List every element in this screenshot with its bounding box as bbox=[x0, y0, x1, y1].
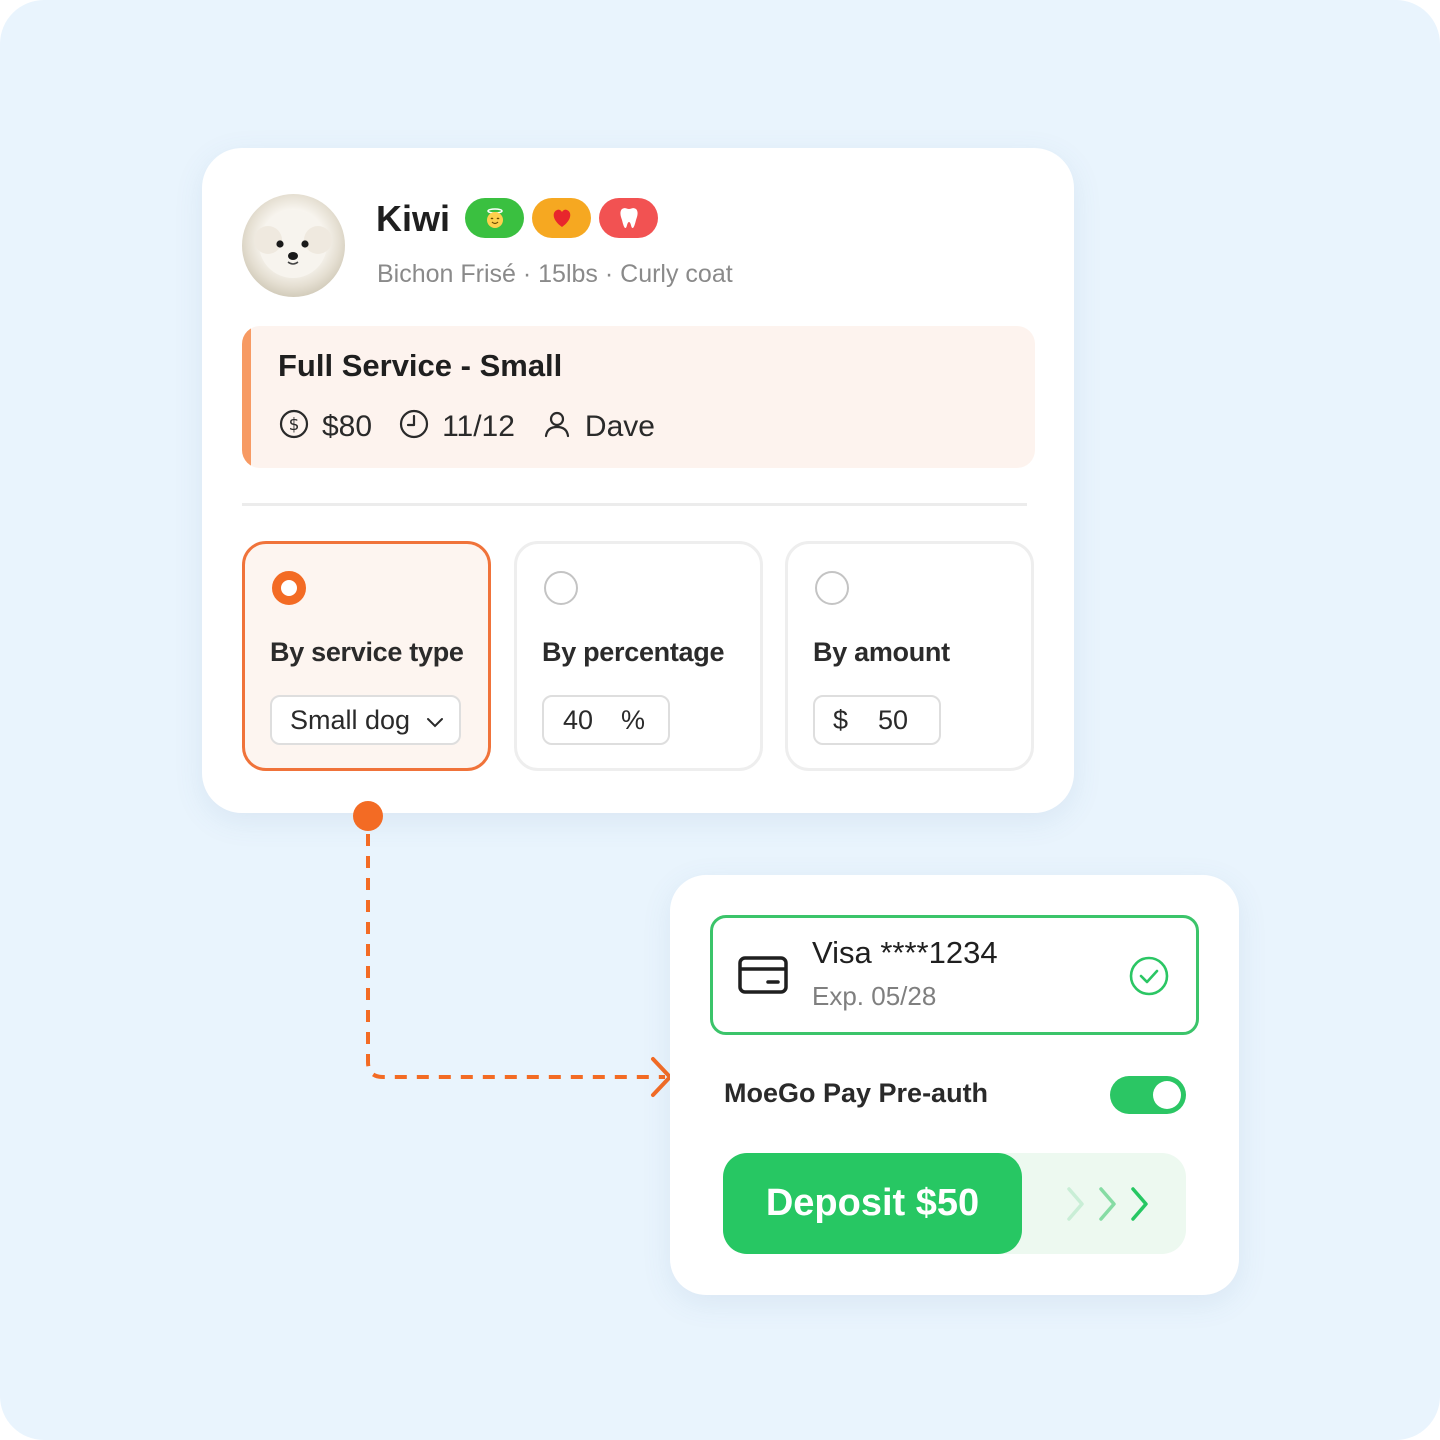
amount-input[interactable]: $ 50 bbox=[813, 695, 941, 745]
percentage-value: 40 bbox=[563, 704, 594, 735]
option-by-amount[interactable]: By amount $ 50 bbox=[785, 541, 1034, 771]
radio-selected[interactable] bbox=[272, 571, 306, 605]
service-accent-bar bbox=[242, 326, 251, 468]
option-by-percentage[interactable]: By percentage 40 % bbox=[514, 541, 763, 771]
option-label: By percentage bbox=[542, 637, 725, 667]
service-type-select[interactable]: Small dog bbox=[270, 695, 461, 745]
pet-avatar bbox=[242, 194, 345, 297]
amount-value: 50 bbox=[878, 704, 909, 735]
chevrons-right-icon bbox=[1065, 1185, 1155, 1223]
pet-name: Kiwi bbox=[376, 198, 451, 239]
option-label: By service type bbox=[270, 637, 464, 667]
option-by-service-type[interactable]: By service type Small dog bbox=[242, 541, 491, 771]
toggle-knob bbox=[1153, 1081, 1181, 1109]
service-date-value: 11/12 bbox=[442, 409, 515, 443]
canvas: Kiwi Bichon Frisé · 15lbs · Curly coat F… bbox=[0, 0, 1440, 1440]
radio-unselected[interactable] bbox=[544, 571, 578, 605]
credit-card-icon bbox=[738, 955, 788, 1000]
saved-card[interactable]: Visa ****1234 Exp. 05/28 bbox=[710, 915, 1199, 1035]
service-date: 11/12 bbox=[398, 408, 515, 445]
preauth-label: MoeGo Pay Pre-auth bbox=[724, 1078, 989, 1108]
divider bbox=[242, 503, 1027, 506]
pet-card: Kiwi Bichon Frisé · 15lbs · Curly coat F… bbox=[202, 148, 1074, 813]
amount-prefix: $ bbox=[833, 704, 849, 735]
clock-icon bbox=[398, 408, 442, 445]
payment-card: Visa ****1234 Exp. 05/28 MoeGo Pay Pre-a… bbox=[670, 875, 1239, 1295]
service-staff: Dave bbox=[541, 408, 655, 445]
pet-meta: Bichon Frisé · 15lbs · Curly coat bbox=[377, 260, 733, 288]
connector-arrow bbox=[353, 801, 672, 1097]
user-icon bbox=[541, 408, 585, 445]
angel-face-icon bbox=[465, 198, 524, 238]
chevron-down-icon bbox=[426, 705, 444, 736]
svg-text:$: $ bbox=[289, 415, 300, 435]
service-summary: Full Service - Small $ $80 11/12 Dave bbox=[242, 326, 1035, 468]
select-value: Small dog bbox=[290, 704, 411, 735]
service-price: $ $80 bbox=[278, 408, 372, 445]
option-label: By amount bbox=[813, 637, 950, 667]
percentage-unit: % bbox=[621, 704, 646, 735]
service-info: $ $80 11/12 Dave bbox=[278, 408, 681, 445]
heart-icon bbox=[532, 198, 591, 238]
tooth-icon bbox=[599, 198, 658, 238]
service-staff-value: Dave bbox=[584, 409, 655, 443]
service-price-value: $80 bbox=[322, 409, 373, 443]
card-expiry: Exp. 05/28 bbox=[812, 981, 937, 1011]
check-circle-icon bbox=[1128, 955, 1170, 1002]
preauth-toggle[interactable] bbox=[1110, 1076, 1186, 1114]
percentage-input[interactable]: 40 % bbox=[542, 695, 670, 745]
service-title: Full Service - Small bbox=[278, 348, 563, 383]
radio-unselected[interactable] bbox=[815, 571, 849, 605]
deposit-button[interactable]: Deposit $50 bbox=[723, 1153, 1022, 1254]
dollar-circle-icon: $ bbox=[278, 408, 322, 445]
card-title: Visa ****1234 bbox=[812, 935, 998, 970]
